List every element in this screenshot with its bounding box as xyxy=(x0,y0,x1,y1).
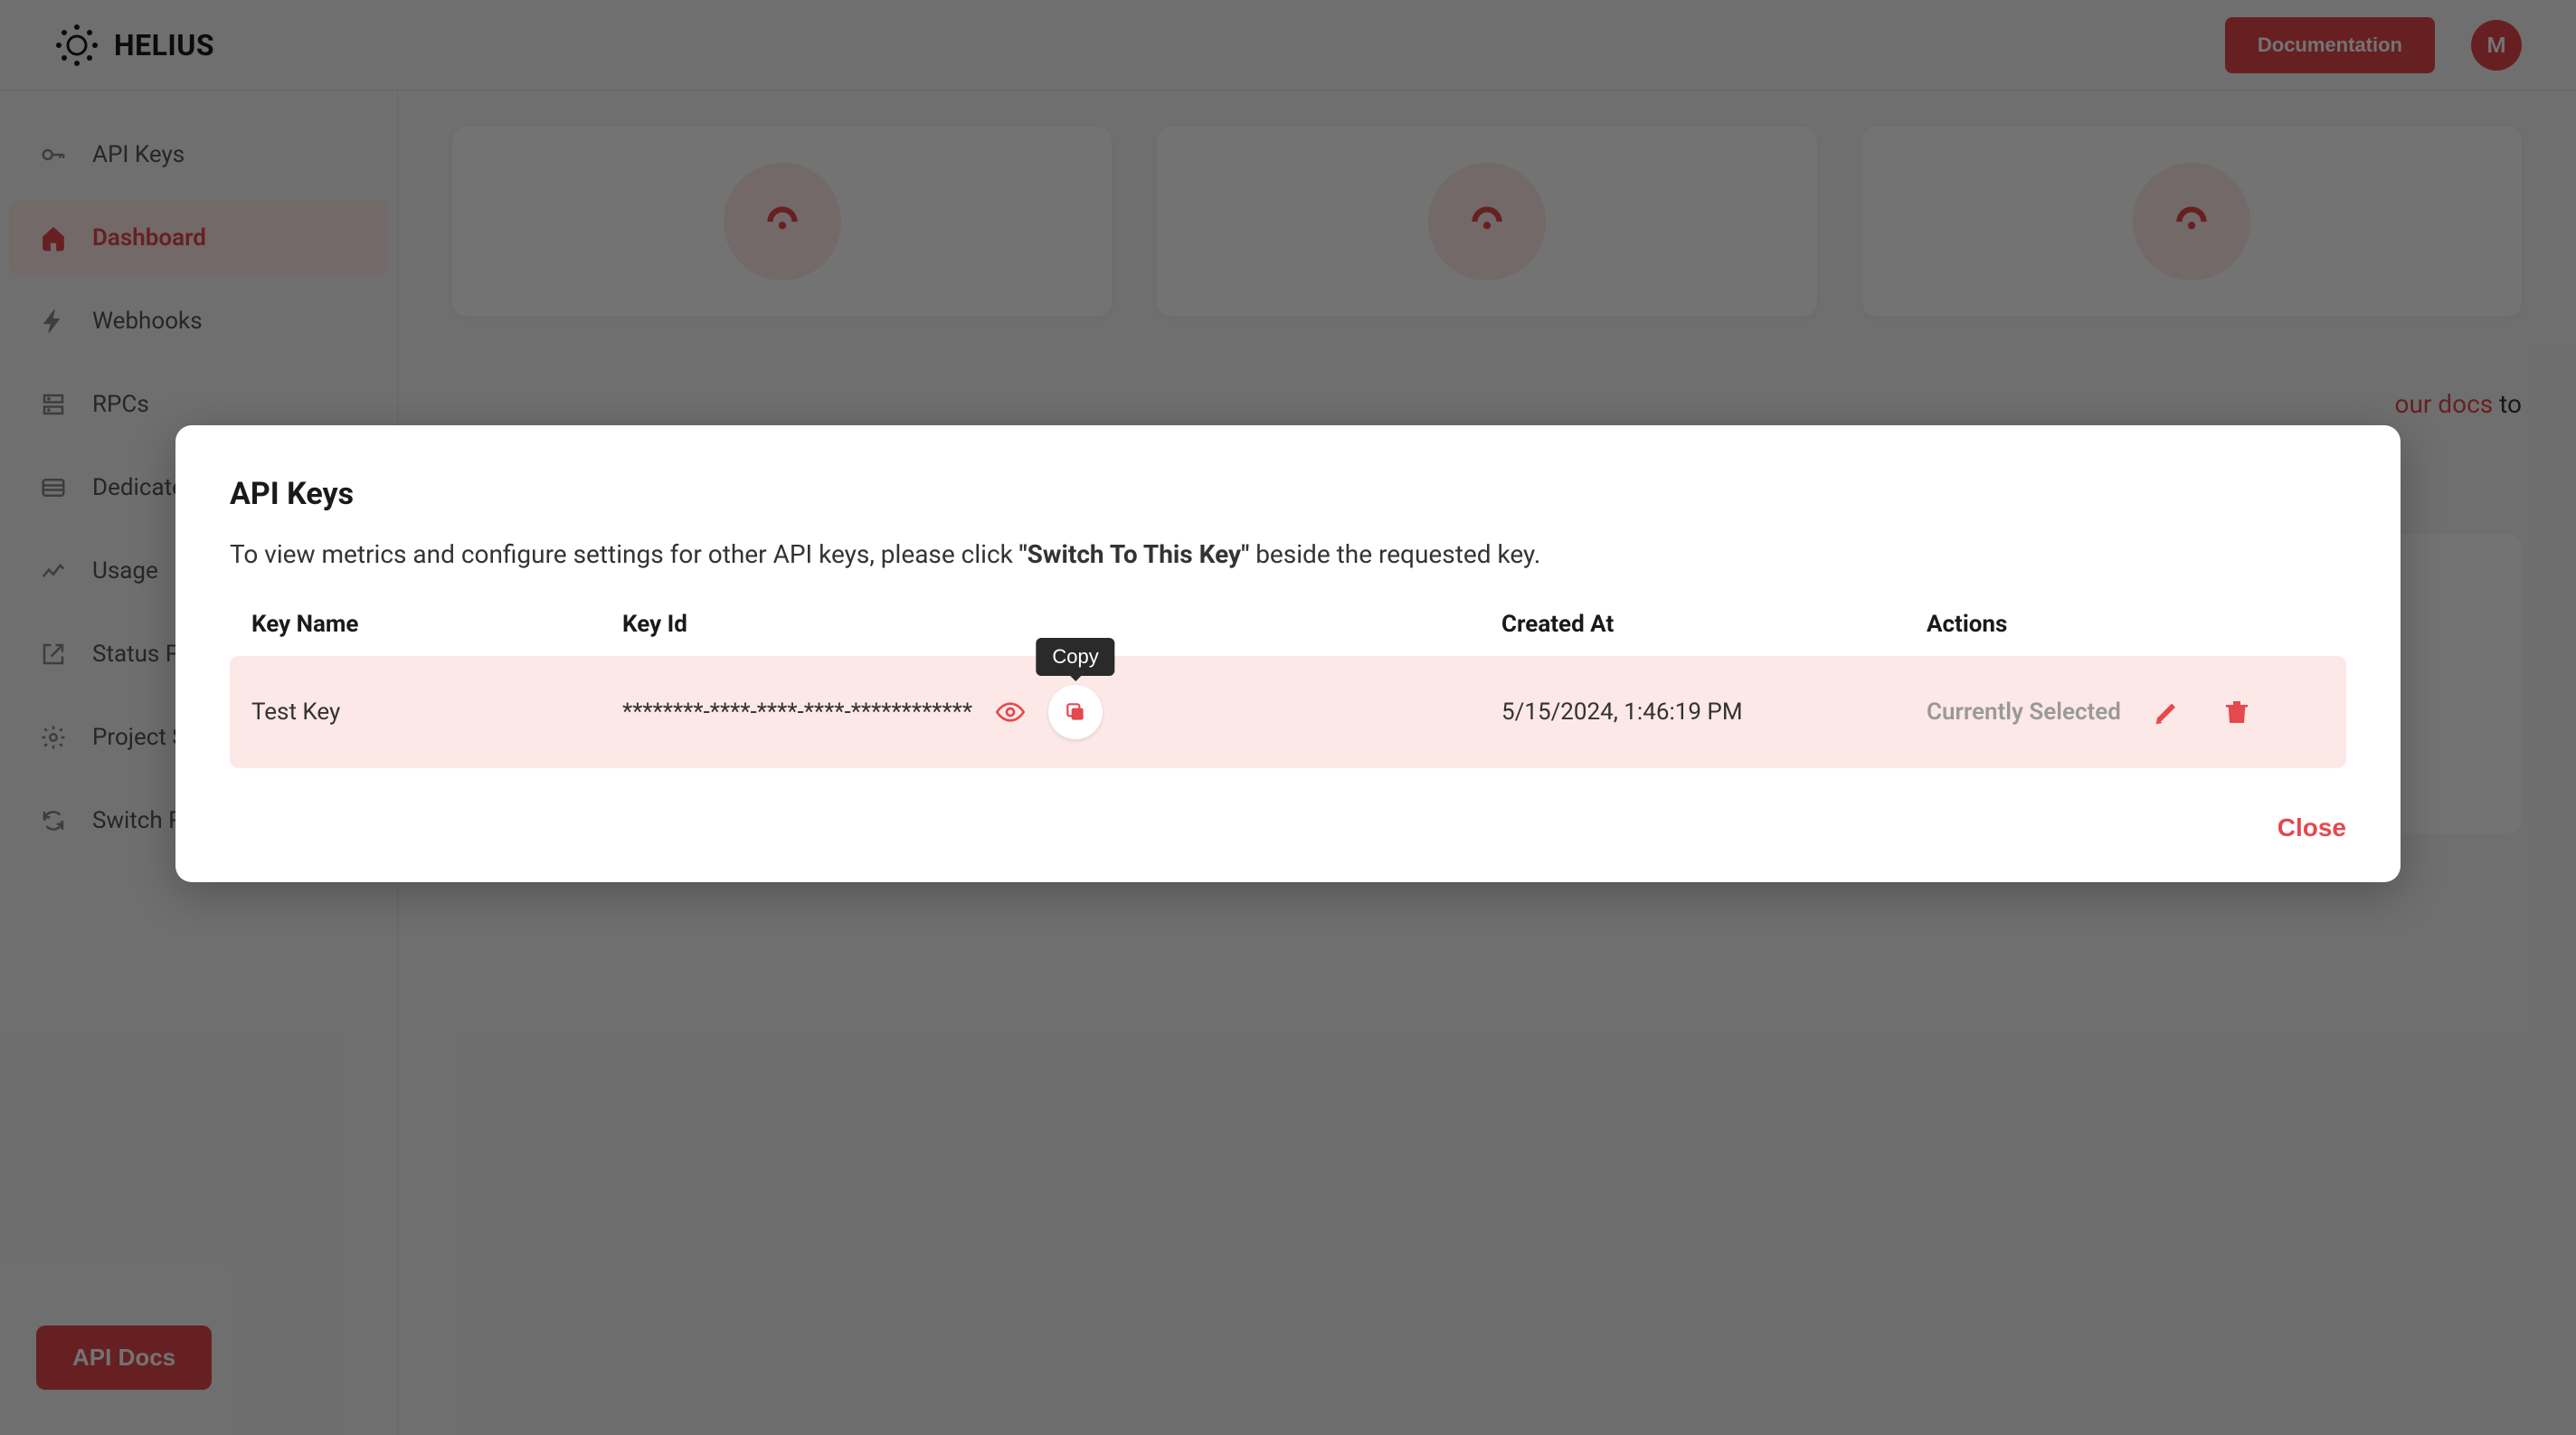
col-created-at: Created At xyxy=(1501,611,1927,638)
cell-created-at: 5/15/2024, 1:46:19 PM xyxy=(1501,698,1927,726)
close-button[interactable]: Close xyxy=(2278,813,2346,842)
eye-icon xyxy=(996,698,1025,727)
col-actions: Actions xyxy=(1927,611,2325,638)
table-row: Test Key ********-****-****-****-*******… xyxy=(230,656,2346,768)
masked-key: ********-****-****-****-************ xyxy=(622,698,972,726)
desc-bold: "Switch To This Key" xyxy=(1019,539,1250,569)
api-keys-modal: API Keys To view metrics and configure s… xyxy=(175,425,2401,882)
pencil-icon xyxy=(2154,698,2183,727)
desc-text: beside the requested key. xyxy=(1249,539,1540,569)
api-keys-table: Key Name Key Id Created At Actions Test … xyxy=(230,611,2346,768)
cell-actions: Currently Selected xyxy=(1927,690,2325,734)
copy-tooltip: Copy xyxy=(1036,638,1114,676)
desc-text: To view metrics and configure settings f… xyxy=(230,539,1019,569)
cell-key-name: Test Key xyxy=(251,698,622,726)
copy-icon xyxy=(1064,700,1087,724)
delete-key-button[interactable] xyxy=(2215,690,2259,734)
col-key-id: Key Id xyxy=(622,611,1501,638)
cell-key-id: ********-****-****-****-************ Cop… xyxy=(622,685,1501,739)
currently-selected-label: Currently Selected xyxy=(1927,698,2121,726)
modal-title: API Keys xyxy=(230,476,2346,512)
edit-key-button[interactable] xyxy=(2146,690,2190,734)
col-key-name: Key Name xyxy=(251,611,622,638)
table-header: Key Name Key Id Created At Actions xyxy=(230,611,2346,656)
reveal-key-button[interactable] xyxy=(989,690,1032,734)
copy-key-button[interactable]: Copy xyxy=(1048,685,1103,739)
trash-icon xyxy=(2222,698,2251,727)
modal-description: To view metrics and configure settings f… xyxy=(230,539,2346,569)
